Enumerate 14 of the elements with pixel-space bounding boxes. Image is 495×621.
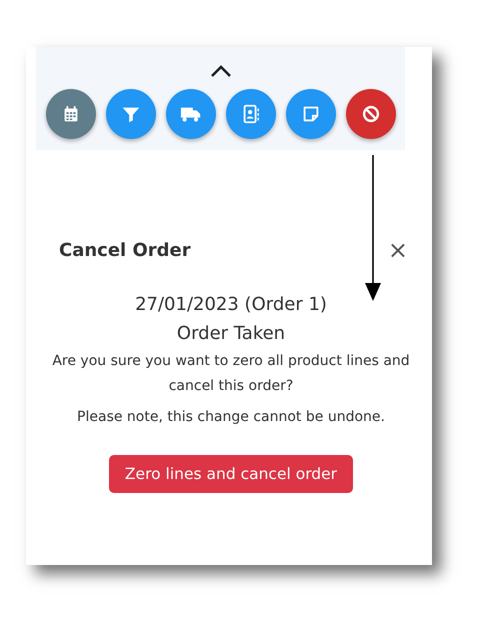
filter-button[interactable] (106, 89, 156, 139)
order-date: 27/01/2023 (Order 1) (135, 294, 327, 315)
confirm-question: Are you sure you want to zero all product lines and cancel this order? (51, 352, 411, 396)
contact-book-button[interactable] (226, 89, 276, 139)
dialog-title: Cancel Order (59, 240, 191, 260)
chevron-up-icon[interactable] (210, 65, 232, 77)
note-button[interactable] (286, 89, 336, 139)
cancel-order-button[interactable]: Zero lines and cancel order (108, 455, 354, 493)
calendar-button[interactable] (46, 89, 96, 139)
close-button[interactable]: × (384, 236, 412, 264)
order-status: Order Taken (176, 323, 286, 344)
prohibited-button[interactable] (346, 89, 396, 139)
warning-note: Please note, this change cannot be undone. (77, 409, 385, 425)
truck-button[interactable] (166, 89, 216, 139)
